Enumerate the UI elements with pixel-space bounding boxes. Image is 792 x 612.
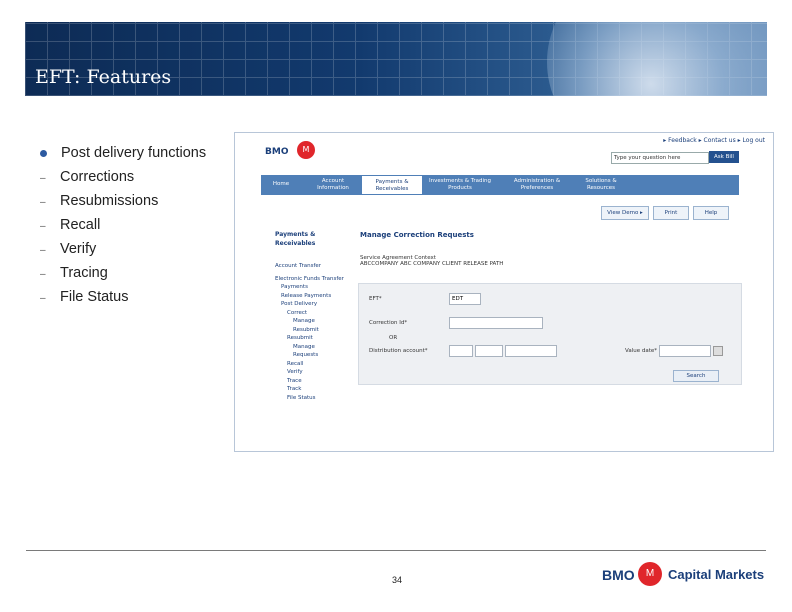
- correction-form: Manage Correction Requests Service Agree…: [360, 231, 740, 267]
- tab-investments-trading[interactable]: Investments & Trading Products: [427, 175, 493, 195]
- left-nav-heading: Payments & Receivables: [275, 231, 316, 247]
- value-date-input[interactable]: [659, 345, 711, 357]
- calendar-icon[interactable]: [713, 346, 723, 356]
- sub-bullet: – Tracing: [40, 265, 108, 281]
- print-button[interactable]: Print: [653, 206, 689, 220]
- sub-bullet-text: Tracing: [60, 265, 108, 281]
- left-nav-item[interactable]: Correct: [275, 309, 355, 318]
- sub-bullet: – Resubmissions: [40, 193, 158, 209]
- left-nav-item[interactable]: File Status: [275, 394, 355, 403]
- top-links[interactable]: ▸ Feedback ▸ Contact us ▸ Log out: [663, 137, 765, 144]
- footer-logo-text: Capital Markets: [668, 567, 765, 582]
- left-nav-item[interactable]: Recall: [275, 360, 355, 369]
- bmo-roundel-icon: M: [297, 141, 315, 159]
- main-bullet-text: Post delivery functions: [61, 145, 207, 161]
- transit-input[interactable]: [449, 345, 473, 357]
- tab-administration-preferences[interactable]: Administration & Preferences: [505, 175, 569, 195]
- embedded-screenshot: BMO M ▸ Feedback ▸ Contact us ▸ Log out …: [234, 132, 774, 452]
- view-demo-button[interactable]: View Demo ▸: [601, 206, 649, 220]
- eft-label: EFT*: [369, 296, 382, 302]
- left-nav-item[interactable]: Electronic Funds Transfer: [275, 275, 355, 284]
- form-title: Manage Correction Requests: [360, 231, 474, 239]
- correction-id-input[interactable]: [449, 317, 543, 329]
- bullet-dot-icon: [40, 149, 47, 157]
- correction-id-label: Correction Id*: [369, 320, 408, 326]
- tab-solutions-resources[interactable]: Solutions & Resources: [575, 175, 627, 195]
- slide-banner: EFT: Features: [25, 22, 767, 96]
- sub-bullet-text: Corrections: [60, 169, 135, 185]
- ask-button[interactable]: Ask Bill: [709, 151, 739, 163]
- search-button[interactable]: Search: [673, 370, 719, 382]
- sub-bullet: – File Status: [40, 289, 129, 305]
- left-nav-item[interactable]: Manage: [275, 317, 355, 326]
- dash-icon: –: [40, 245, 46, 256]
- dash-icon: –: [40, 197, 46, 208]
- sub-bullet-text: Verify: [60, 241, 97, 257]
- search-input[interactable]: Type your question here: [611, 152, 709, 164]
- institution-input[interactable]: [475, 345, 503, 357]
- value-date-label: Value date*: [625, 348, 658, 354]
- left-nav-item[interactable]: Resubmit: [275, 326, 355, 335]
- left-nav-item[interactable]: Release Payments: [275, 292, 355, 301]
- main-bullet: Post delivery functions: [40, 145, 240, 161]
- screenshot-header: BMO M ▸ Feedback ▸ Contact us ▸ Log out …: [235, 133, 773, 173]
- help-button[interactable]: Help: [693, 206, 729, 220]
- dash-icon: –: [40, 293, 46, 304]
- sub-bullet-text: File Status: [60, 289, 129, 305]
- sub-bullet: – Verify: [40, 241, 96, 257]
- sub-bullet-text: Recall: [60, 217, 101, 233]
- dash-icon: –: [40, 173, 46, 184]
- left-nav-item[interactable]: Payments: [275, 283, 355, 292]
- left-nav: Payments & Receivables Account Transfer …: [275, 231, 355, 402]
- sub-bullet: – Corrections: [40, 169, 134, 185]
- sub-bullet: – Recall: [40, 217, 100, 233]
- left-nav-item[interactable]: Post Delivery: [275, 300, 355, 309]
- dash-icon: –: [40, 221, 46, 232]
- screenshot-logo: BMO: [265, 147, 289, 157]
- footer-bmo-text: BMO: [602, 567, 635, 583]
- left-nav-item[interactable]: Requests: [275, 351, 355, 360]
- left-nav-item[interactable]: Verify: [275, 368, 355, 377]
- or-label: OR: [389, 335, 398, 341]
- globe-graphic: [547, 22, 767, 96]
- form-context: ABCCOMPANY ABC COMPANY CLIENT RELEASE PA…: [360, 261, 504, 267]
- left-nav-item[interactable]: Manage: [275, 343, 355, 352]
- main-nav: Home Account Information Payments & Rece…: [261, 175, 739, 195]
- slide-title: EFT: Features: [35, 66, 172, 88]
- left-nav-item[interactable]: Trace: [275, 377, 355, 386]
- left-nav-item[interactable]: Track: [275, 385, 355, 394]
- tab-payments-receivables[interactable]: Payments & Receivables: [361, 175, 423, 195]
- left-nav-item[interactable]: Resubmit: [275, 334, 355, 343]
- search-panel: EFT* EDT Correction Id* OR Distribution …: [358, 283, 742, 385]
- dash-icon: –: [40, 269, 46, 280]
- page-number: 34: [392, 575, 403, 585]
- sub-bullet-text: Resubmissions: [60, 193, 159, 209]
- footer-divider: [26, 550, 766, 551]
- distribution-account-label: Distribution account*: [369, 348, 428, 354]
- left-nav-item[interactable]: Account Transfer: [275, 262, 355, 271]
- bmo-roundel-icon: M: [638, 562, 662, 586]
- eft-select[interactable]: EDT: [449, 293, 481, 305]
- tab-home[interactable]: Home: [261, 175, 301, 195]
- account-input[interactable]: [505, 345, 557, 357]
- tab-account-information[interactable]: Account Information: [307, 175, 359, 195]
